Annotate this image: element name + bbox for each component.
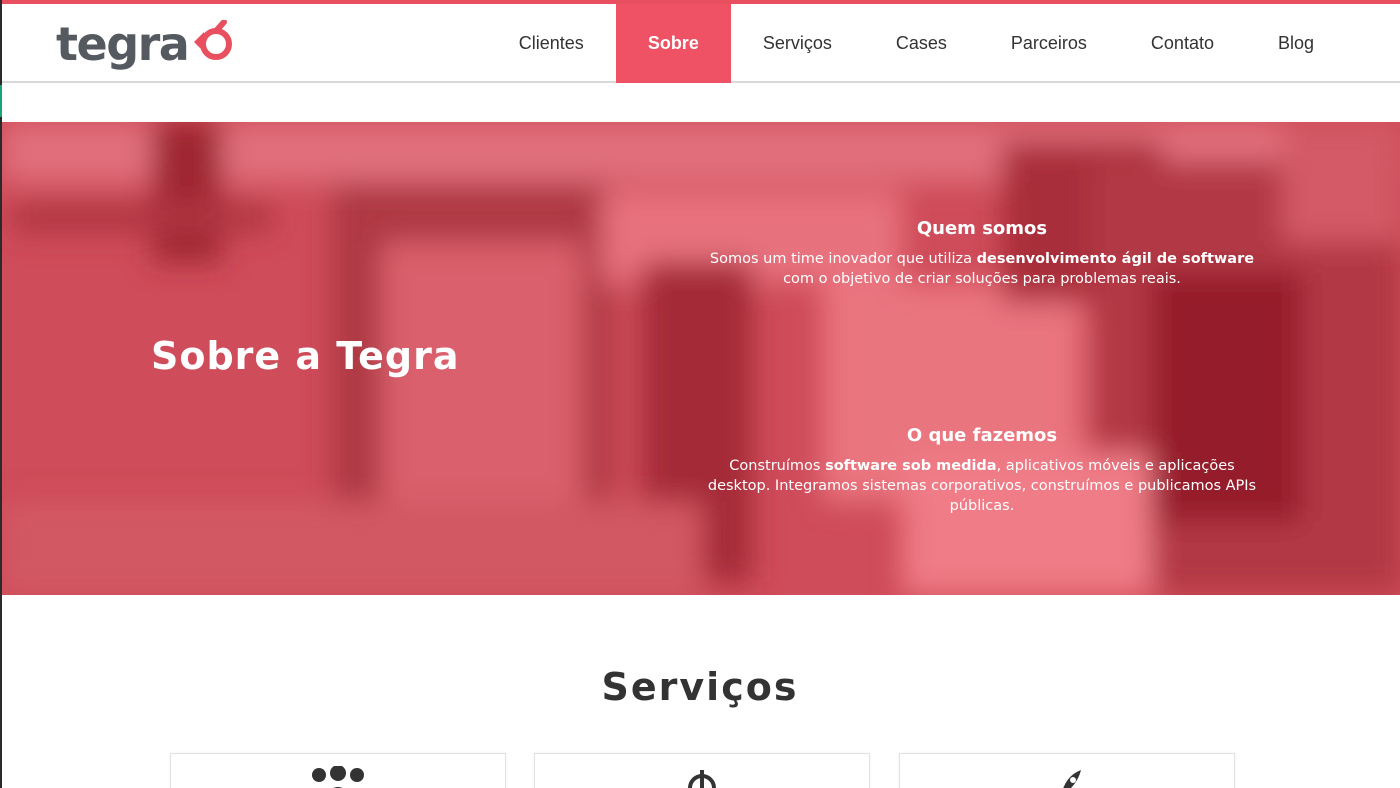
service-card-3[interactable] [899,753,1235,788]
nav-item-parceiros[interactable]: Parceiros [979,4,1119,83]
hero-title: Sobre a Tegra [151,334,460,378]
logo-text: tegra [56,17,190,71]
nav-item-servicos[interactable]: Serviços [731,4,864,83]
team-icon [312,766,364,788]
site-header: tegra Clientes Sobre Serviços Cases Parc… [0,4,1400,83]
service-card-1[interactable] [170,753,506,788]
logo[interactable]: tegra [56,14,234,74]
o-que-fazemos-text: Construímos software sob medida, aplicat… [707,458,1257,514]
logo-mark-icon [194,20,233,60]
window-edge-accent [0,85,2,117]
o-que-fazemos-block: O que fazemos Construímos software sob m… [702,425,1262,516]
nav-item-blog[interactable]: Blog [1246,4,1346,83]
nav-item-sobre[interactable]: Sobre [615,4,731,83]
window-edge [0,0,2,788]
quem-somos-highlight: desenvolvimento ágil de software [976,251,1255,267]
service-card-2[interactable] [534,753,870,788]
quem-somos-block: Quem somos Somos um time inovador que ut… [702,218,1262,289]
o-que-fazemos-highlight: software sob medida [825,458,997,474]
quem-somos-heading: Quem somos [916,218,1048,239]
nav-item-cases[interactable]: Cases [864,4,979,83]
rocket-icon [1063,770,1081,788]
services-title: Serviços [601,665,799,709]
main-nav: Clientes Sobre Serviços Cases Parceiros … [487,4,1346,83]
process-icon [688,770,716,788]
hero-section: Sobre a Tegra Quem somos Somos um time i… [2,122,1400,595]
quem-somos-text: Somos um time inovador que utiliza desen… [709,251,1255,287]
o-que-fazemos-heading: O que fazemos [906,425,1058,446]
nav-item-contato[interactable]: Contato [1119,4,1246,83]
nav-item-clientes[interactable]: Clientes [487,4,616,83]
